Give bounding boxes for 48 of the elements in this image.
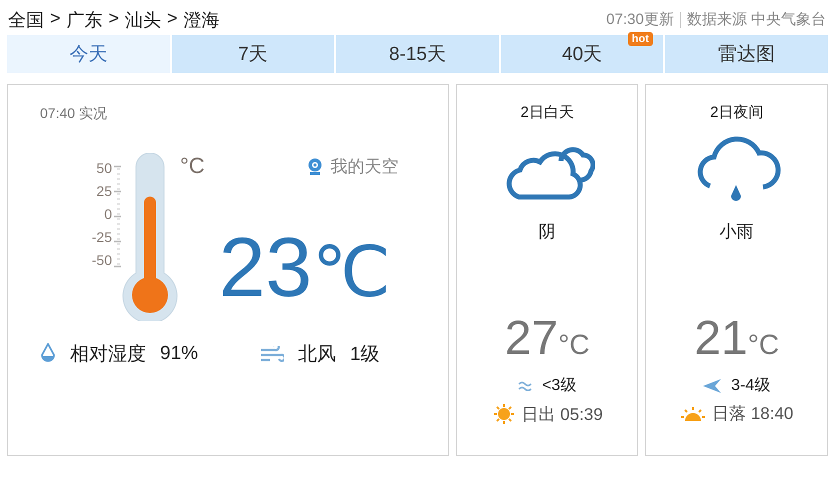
sun-time: 日落 18:40 <box>712 403 794 425</box>
arrow-icon <box>703 378 722 392</box>
webcam-icon[interactable] <box>306 158 323 176</box>
tab[interactable]: 今天 <box>7 35 170 73</box>
my-sky-link[interactable]: 我的天空 <box>330 155 399 178</box>
tab[interactable]: 40天 hot <box>500 35 664 73</box>
scale-label: 50 <box>95 160 112 176</box>
hot-badge: hot <box>628 32 653 46</box>
tab[interactable]: 雷达图 <box>665 35 828 73</box>
breadcrumb-link[interactable]: 全国 <box>8 8 44 32</box>
forecast-temperature: 21 <box>694 315 748 363</box>
scale-label: -25 <box>90 229 112 245</box>
wind-level: 1级 <box>350 343 380 367</box>
temperature-unit: °C <box>748 331 780 359</box>
weather-condition: 阴 <box>538 221 556 243</box>
scale-label: 25 <box>95 183 112 199</box>
tab[interactable]: 8-15天 <box>336 35 499 73</box>
sunset-icon <box>680 406 706 422</box>
forecast-period: 2日夜间 <box>710 103 764 122</box>
wind-level: <3级 <box>542 376 576 396</box>
wind-direction: 北风 <box>298 343 336 367</box>
sun-time: 日出 05:39 <box>522 404 603 426</box>
observation-time: 07:40 实况 <box>40 105 108 123</box>
temperature-unit: °C <box>558 331 590 359</box>
scale-label: 0 <box>103 206 112 222</box>
wind-level: 3-4级 <box>731 376 770 396</box>
breadcrumb-separator: > <box>108 8 120 30</box>
wind-icon <box>260 346 284 362</box>
update-time: 07:30更新 <box>606 10 674 29</box>
weather-condition: 小雨 <box>720 221 754 243</box>
forecast-temperature: 27 <box>504 315 558 363</box>
temperature-unit: ℃ <box>312 237 391 307</box>
breadcrumb-separator: > <box>167 8 178 30</box>
humidity-value: 91% <box>160 343 198 365</box>
breadcrumb-separator: > <box>50 8 61 30</box>
breadcrumb-link[interactable]: 澄海 <box>184 8 220 32</box>
breadcrumb-link[interactable]: 汕头 <box>125 8 162 32</box>
forecast-period: 2日白天 <box>520 103 574 122</box>
current-temperature: 23 <box>218 225 312 309</box>
waves-icon <box>518 380 532 390</box>
breadcrumb-link[interactable]: 广东 <box>66 8 103 32</box>
humidity-label: 相对湿度 <box>70 343 146 367</box>
scale-unit: °C <box>180 153 205 179</box>
water-drop-icon <box>40 343 56 365</box>
scale-label: -50 <box>90 252 112 268</box>
data-source: 数据来源 中央气象台 <box>686 10 826 29</box>
tab[interactable]: 7天 <box>172 35 334 73</box>
sun-icon <box>492 402 516 426</box>
